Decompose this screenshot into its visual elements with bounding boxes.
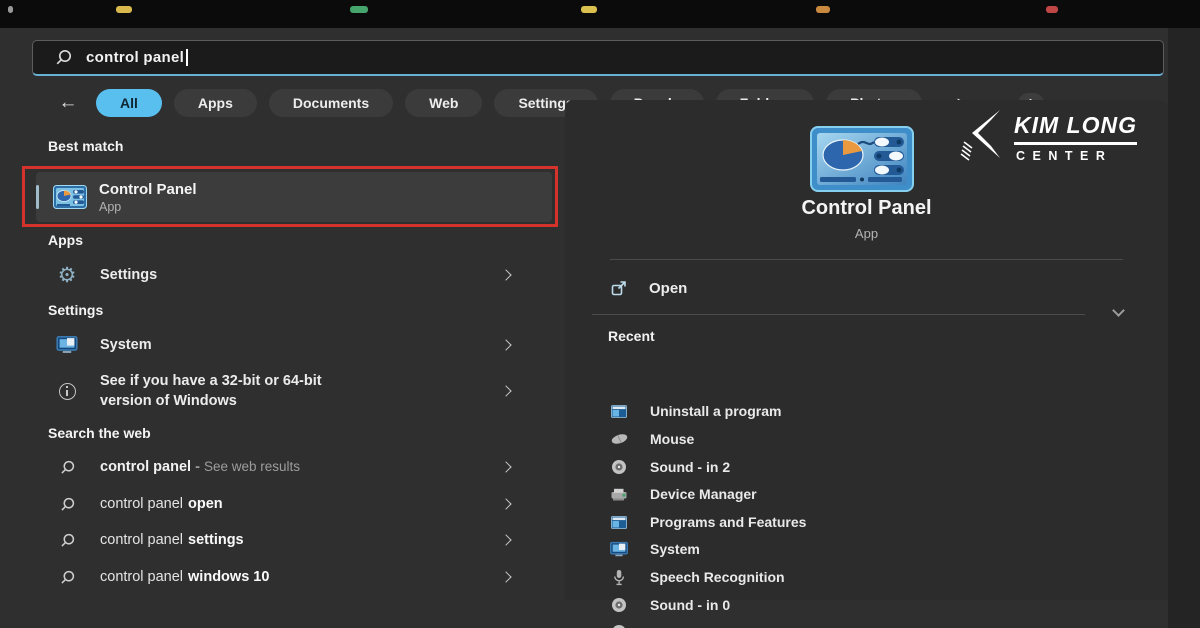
chevron-right-icon[interactable]: [500, 385, 511, 396]
chevron-right-icon[interactable]: [500, 339, 511, 350]
recent-item-partial[interactable]: [610, 621, 628, 628]
logo-line1: KIM LONG: [1014, 112, 1137, 145]
logo-mark-icon: [960, 108, 1004, 166]
section-header-settings: Settings: [48, 302, 103, 318]
windows-search-flyout: control panel ← All Apps Documents Web S…: [0, 0, 1200, 628]
recent-item[interactable]: Programs and Features: [610, 511, 806, 533]
speaker-icon: [610, 624, 628, 628]
section-header-apps: Apps: [48, 232, 83, 248]
text-caret: [186, 49, 188, 66]
web-suggestion[interactable]: control panel - See web results: [32, 452, 556, 482]
search-icon: [52, 497, 82, 512]
preview-subtitle: App: [565, 226, 1168, 241]
recent-item[interactable]: Sound - in 0: [610, 594, 730, 616]
speaker-icon: [610, 597, 628, 613]
chevron-right-icon[interactable]: [500, 498, 511, 509]
recent-header: Recent: [608, 328, 655, 344]
web-suggestion[interactable]: control panelsettings: [32, 525, 556, 555]
result-system[interactable]: System: [32, 326, 556, 364]
device-manager-icon: [610, 488, 628, 501]
tab-web[interactable]: Web: [405, 89, 482, 117]
search-bar[interactable]: control panel: [32, 40, 1164, 76]
microphone-icon: [610, 569, 628, 586]
logo-line2: CENTER: [1014, 149, 1137, 163]
recent-item[interactable]: Mouse: [610, 428, 694, 450]
tab-all[interactable]: All: [96, 89, 162, 117]
watermark-logo: KIM LONG CENTER: [960, 108, 1137, 166]
open-icon: [610, 279, 628, 297]
recent-item[interactable]: Device Manager: [610, 483, 757, 505]
chevron-right-icon[interactable]: [500, 461, 511, 472]
result-label: Settings: [100, 265, 157, 285]
search-icon: [52, 533, 82, 548]
preview-title: Control Panel: [565, 197, 1168, 220]
result-settings-app[interactable]: ⚙ Settings: [32, 256, 556, 294]
desktop-top-strip: [0, 0, 1200, 28]
open-label: Open: [649, 280, 687, 297]
window-icon: [610, 516, 628, 529]
tab-documents[interactable]: Documents: [269, 89, 393, 117]
preview-panel: Control Panel App Open Recent Uninstall …: [565, 100, 1168, 600]
recent-item[interactable]: Sound - in 2: [610, 456, 730, 478]
desktop-right-margin: [1168, 28, 1200, 628]
annotation-highlight-box: [22, 166, 558, 227]
search-icon: [52, 460, 82, 475]
monitor-icon: [610, 541, 628, 558]
recent-item[interactable]: System: [610, 538, 700, 560]
result-32bit-64bit[interactable]: See if you have a 32-bit or 64-bit versi…: [32, 366, 556, 416]
tab-apps[interactable]: Apps: [174, 89, 257, 117]
monitor-icon: [52, 336, 82, 354]
search-input[interactable]: control panel: [86, 49, 184, 66]
open-action[interactable]: Open: [610, 275, 687, 301]
web-suggestion[interactable]: control panelwindows 10: [32, 562, 556, 592]
chevron-right-icon[interactable]: [500, 571, 511, 582]
recent-item[interactable]: Speech Recognition: [610, 566, 785, 588]
speaker-icon: [610, 459, 628, 475]
search-icon: [55, 49, 72, 66]
search-icon: [52, 570, 82, 585]
recent-item[interactable]: Uninstall a program: [610, 400, 781, 422]
web-suggestion[interactable]: control panelopen: [32, 489, 556, 519]
result-label: System: [100, 335, 152, 355]
gear-icon: ⚙: [58, 265, 77, 286]
control-panel-icon-large: [810, 126, 914, 197]
info-icon: [59, 383, 76, 400]
divider: [592, 314, 1085, 315]
chevron-down-icon[interactable]: [1112, 304, 1125, 317]
window-icon: [610, 405, 628, 418]
section-header-web: Search the web: [48, 425, 151, 441]
chevron-right-icon[interactable]: [500, 534, 511, 545]
result-label-line2: version of Windows: [100, 391, 322, 411]
section-header-best-match: Best match: [48, 138, 123, 154]
result-label-line1: See if you have a 32-bit or 64-bit: [100, 373, 322, 389]
mouse-icon: [610, 433, 628, 445]
back-arrow-icon[interactable]: ←: [52, 92, 84, 114]
chevron-right-icon[interactable]: [500, 269, 511, 280]
divider: [610, 259, 1123, 260]
